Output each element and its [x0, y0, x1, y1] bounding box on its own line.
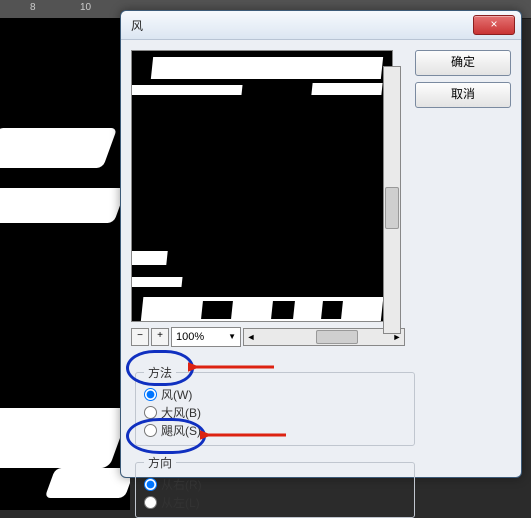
- method-radio[interactable]: [144, 388, 157, 401]
- direction-option-left[interactable]: 从左(L): [144, 493, 406, 511]
- method-label: 风(W): [161, 386, 192, 403]
- preview-hscrollbar[interactable]: ◄ ►: [243, 328, 405, 346]
- zoom-controls: − + 100% ▼ ◄ ►: [131, 326, 405, 348]
- method-option-wind[interactable]: 风(W): [144, 385, 406, 403]
- direction-option-right[interactable]: 从右(R): [144, 475, 406, 493]
- direction-radio[interactable]: [144, 496, 157, 509]
- method-group: 方法 风(W) 大风(B) 飓风(S): [135, 364, 415, 446]
- method-legend: 方法: [144, 364, 176, 381]
- document-canvas: [0, 18, 130, 510]
- close-button[interactable]: ×: [473, 15, 515, 35]
- direction-group: 方向 从右(R) 从左(L): [135, 454, 415, 518]
- preview-image[interactable]: [131, 50, 393, 322]
- method-option-blast[interactable]: 大风(B): [144, 403, 406, 421]
- direction-label: 从右(R): [161, 476, 202, 493]
- dialog-title: 风: [127, 17, 143, 34]
- method-radio[interactable]: [144, 424, 157, 437]
- cancel-button[interactable]: 取消: [415, 82, 511, 108]
- ruler-tick: 10: [80, 2, 91, 13]
- zoom-level-value: 100%: [176, 328, 204, 346]
- zoom-out-button[interactable]: −: [131, 328, 149, 346]
- preview-vscrollbar[interactable]: [383, 66, 401, 334]
- method-label: 飓风(S): [161, 422, 201, 439]
- direction-legend: 方向: [144, 454, 176, 471]
- method-option-stagger[interactable]: 飓风(S): [144, 421, 406, 439]
- scroll-thumb[interactable]: [316, 330, 358, 344]
- direction-label: 从左(L): [161, 494, 200, 511]
- chevron-down-icon: ▼: [228, 328, 236, 346]
- dialog-titlebar[interactable]: 风 ×: [121, 11, 521, 40]
- zoom-in-button[interactable]: +: [151, 328, 169, 346]
- zoom-level-select[interactable]: 100% ▼: [171, 327, 241, 347]
- direction-radio[interactable]: [144, 478, 157, 491]
- close-icon: ×: [490, 17, 497, 31]
- wind-filter-dialog: 风 × − + 100% ▼: [120, 10, 522, 478]
- method-label: 大风(B): [161, 404, 201, 421]
- scroll-left-icon[interactable]: ◄: [244, 330, 258, 344]
- method-radio[interactable]: [144, 406, 157, 419]
- scroll-thumb[interactable]: [385, 187, 399, 229]
- ok-button[interactable]: 确定: [415, 50, 511, 76]
- ruler-tick: 8: [30, 2, 36, 13]
